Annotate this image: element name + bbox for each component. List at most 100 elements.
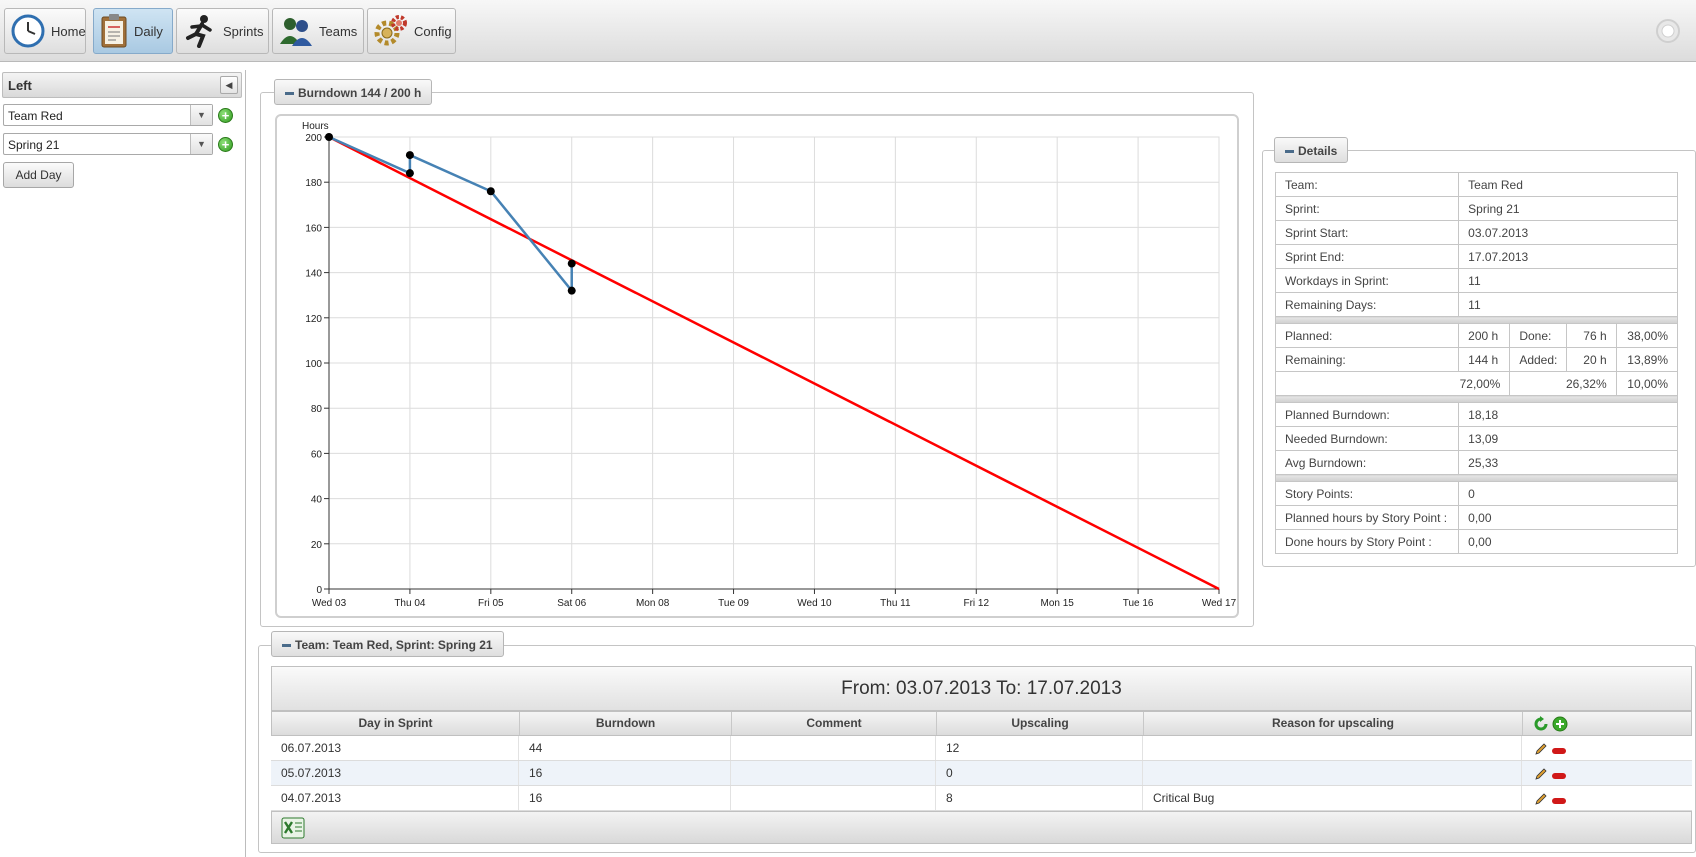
collapse-dash-icon bbox=[1285, 150, 1294, 154]
table-row[interactable]: 06.07.2013 44 12 bbox=[271, 736, 1692, 761]
y-tick-label: 200 bbox=[305, 133, 322, 144]
add-day-button[interactable]: Add Day bbox=[3, 162, 74, 188]
detail-label: Workdays in Sprint: bbox=[1274, 268, 1460, 293]
add-team-icon[interactable]: + bbox=[218, 108, 233, 123]
row-actions bbox=[1534, 767, 1567, 784]
team-select[interactable]: Team Red ▼ bbox=[3, 104, 213, 126]
details-legend-label: Details bbox=[1298, 144, 1338, 158]
detail-value: Team Red bbox=[1458, 172, 1678, 197]
done-burn-percent: 26,32% bbox=[1509, 371, 1617, 396]
remaining-label: Remaining: bbox=[1274, 347, 1460, 372]
nav-daily-label: Daily bbox=[134, 23, 163, 39]
nav-sprints-button[interactable]: Sprints bbox=[176, 8, 269, 54]
team-select-arrow-icon[interactable]: ▼ bbox=[190, 105, 212, 125]
detail-value: 0 bbox=[1458, 481, 1678, 506]
cell-reason: Critical Bug bbox=[1143, 786, 1522, 810]
y-tick-label: 0 bbox=[316, 585, 322, 596]
nav-config-button[interactable]: Config bbox=[367, 8, 456, 54]
data-point bbox=[405, 151, 414, 160]
done-value: 76 h bbox=[1566, 323, 1617, 348]
edit-pencil-icon[interactable] bbox=[1534, 767, 1548, 781]
column-header-day[interactable]: Day in Sprint bbox=[272, 712, 520, 735]
excel-export-icon[interactable] bbox=[281, 817, 305, 839]
detail-value: 25,33 bbox=[1458, 450, 1678, 475]
delete-minus-icon[interactable] bbox=[1551, 796, 1567, 806]
nav-sprints-label: Sprints bbox=[223, 23, 264, 39]
added-burn-percent: 10,00% bbox=[1615, 371, 1679, 396]
left-panel: Left ◀ Team Red ▼ + Spring 21 ▼ + Add Da… bbox=[0, 70, 246, 857]
collapse-left-button[interactable]: ◀ bbox=[220, 76, 238, 94]
detail-value: 17.07.2013 bbox=[1458, 244, 1678, 269]
row-actions bbox=[1534, 742, 1567, 759]
left-panel-title: Left bbox=[8, 78, 32, 93]
remaining-value: 144 h bbox=[1458, 347, 1511, 372]
cell-burndown: 44 bbox=[519, 736, 731, 760]
clipboard-icon bbox=[101, 14, 127, 48]
table-row[interactable]: 04.07.2013 16 8 Critical Bug bbox=[271, 786, 1692, 811]
add-sprint-icon[interactable]: + bbox=[218, 137, 233, 152]
details-legend[interactable]: Details bbox=[1274, 137, 1349, 163]
people-icon bbox=[280, 18, 312, 46]
gears-icon bbox=[374, 15, 407, 46]
burndown-legend[interactable]: Burndown 144 / 200 h bbox=[274, 79, 433, 105]
x-tick-label: Sat 06 bbox=[557, 598, 586, 609]
details-table: Team: Team Red Sprint: Spring 21 Sprint St… bbox=[1274, 172, 1679, 554]
cell-burndown: 16 bbox=[519, 786, 731, 810]
grid-legend[interactable]: Team: Team Red, Sprint: Spring 21 bbox=[271, 631, 504, 657]
sprint-select-arrow-icon[interactable]: ▼ bbox=[190, 134, 212, 154]
remaining-percent: 72,00% bbox=[1274, 371, 1511, 396]
nav-teams-button[interactable]: Teams bbox=[272, 8, 364, 54]
detail-value: Spring 21 bbox=[1458, 196, 1678, 221]
edit-pencil-icon[interactable] bbox=[1534, 792, 1548, 806]
edit-pencil-icon[interactable] bbox=[1534, 742, 1548, 756]
cell-comment bbox=[731, 736, 936, 760]
add-row-icon[interactable] bbox=[1552, 716, 1568, 732]
y-tick-label: 100 bbox=[305, 359, 322, 370]
added-value: 20 h bbox=[1566, 347, 1617, 372]
column-header-comment[interactable]: Comment bbox=[732, 712, 937, 735]
y-axis-label: Hours bbox=[302, 121, 329, 132]
collapse-dash-icon bbox=[282, 644, 291, 648]
detail-value: 13,09 bbox=[1458, 426, 1678, 451]
detail-label: Needed Burndown: bbox=[1274, 426, 1460, 451]
detail-label: Done hours by Story Point : bbox=[1274, 529, 1460, 554]
detail-value: 0,00 bbox=[1458, 505, 1678, 530]
nav-home-label: Home bbox=[51, 23, 86, 39]
grid-legend-label: Team: Team Red, Sprint: Spring 21 bbox=[295, 638, 493, 652]
y-tick-label: 120 bbox=[305, 314, 322, 325]
y-tick-label: 40 bbox=[311, 495, 323, 506]
burndown-chart: 0 20 40 60 80 100 120 140 160 180 200 Wed 03 Thu 04 F… bbox=[275, 114, 1239, 618]
sprint-select[interactable]: Spring 21 ▼ bbox=[3, 133, 213, 155]
column-header-burndown[interactable]: Burndown bbox=[520, 712, 732, 735]
added-percent: 13,89% bbox=[1615, 347, 1679, 372]
data-point bbox=[486, 187, 495, 196]
delete-minus-icon[interactable] bbox=[1551, 771, 1567, 781]
detail-label: Planned hours by Story Point : bbox=[1274, 505, 1460, 530]
collapse-dash-icon bbox=[285, 92, 294, 96]
added-label: Added: bbox=[1509, 347, 1568, 372]
clock-icon bbox=[11, 14, 45, 48]
done-label: Done: bbox=[1509, 323, 1568, 348]
section-separator bbox=[1275, 474, 1678, 482]
data-point bbox=[325, 133, 333, 141]
y-tick-label: 140 bbox=[305, 269, 322, 280]
x-tick-label: Thu 04 bbox=[394, 598, 426, 609]
detail-label: Sprint Start: bbox=[1274, 220, 1460, 245]
delete-minus-icon[interactable] bbox=[1551, 746, 1567, 756]
detail-value: 03.07.2013 bbox=[1458, 220, 1678, 245]
nav-daily-button[interactable]: Daily bbox=[93, 8, 173, 54]
nav-home-button[interactable]: Home bbox=[4, 8, 86, 54]
column-header-reason[interactable]: Reason for upscaling bbox=[1144, 712, 1523, 735]
table-row[interactable]: 05.07.2013 16 0 bbox=[271, 761, 1692, 786]
row-actions bbox=[1534, 792, 1567, 809]
detail-value: 0,00 bbox=[1458, 529, 1678, 554]
x-tick-label: Mon 08 bbox=[636, 598, 670, 609]
x-tick-label: Tue 09 bbox=[718, 598, 749, 609]
column-header-upscaling[interactable]: Upscaling bbox=[937, 712, 1144, 735]
refresh-icon[interactable] bbox=[1533, 715, 1549, 732]
grid-header-row: Day in Sprint Burndown Comment Upscaling… bbox=[271, 711, 1692, 736]
burndown-legend-label: Burndown 144 / 200 h bbox=[298, 86, 422, 100]
x-tick-label: Mon 15 bbox=[1041, 598, 1075, 609]
x-tick-label: Fri 12 bbox=[963, 598, 989, 609]
done-percent: 38,00% bbox=[1615, 323, 1679, 348]
